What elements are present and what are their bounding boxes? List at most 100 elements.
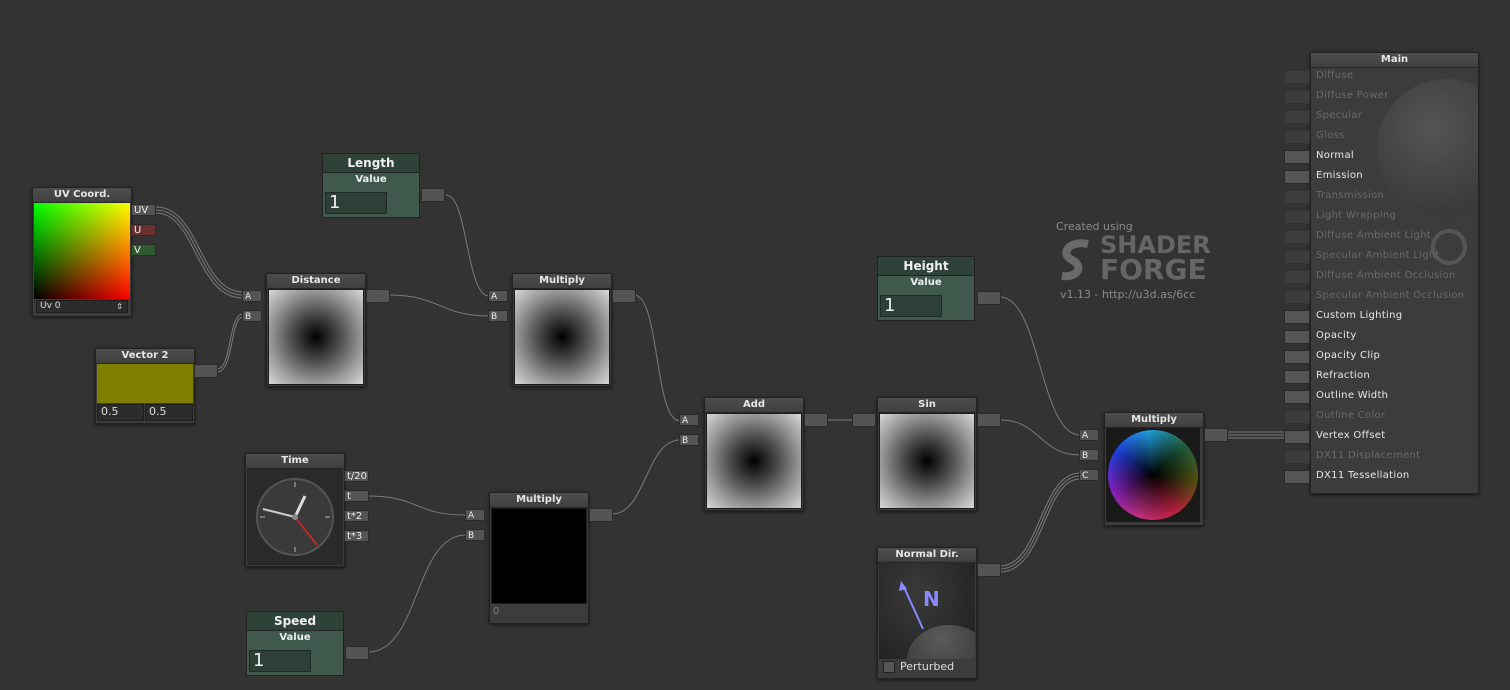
main-input-port[interactable] <box>1284 270 1310 284</box>
main-input-row[interactable]: DX11 Tessellation <box>1284 468 1476 484</box>
add-output-port[interactable] <box>804 413 828 427</box>
height-value-field[interactable]: 1 <box>880 295 942 317</box>
main-input-row[interactable]: Gloss <box>1284 128 1476 144</box>
distance-input-b[interactable]: B <box>242 310 262 322</box>
main-input-port[interactable] <box>1284 370 1310 384</box>
speed-node[interactable]: Value 1 <box>246 630 344 676</box>
multiply2-input-a[interactable]: A <box>465 509 485 521</box>
main-input-row[interactable]: Diffuse Ambient Occlusion <box>1284 268 1476 284</box>
main-input-port[interactable] <box>1284 130 1310 144</box>
main-input-row[interactable]: Outline Color <box>1284 408 1476 424</box>
time-output-t2[interactable]: t*2 <box>344 510 369 522</box>
speed-output-port[interactable] <box>345 646 369 660</box>
main-input-label: Normal <box>1316 150 1354 161</box>
main-input-port[interactable] <box>1284 190 1310 204</box>
time-output-t3[interactable]: t*3 <box>344 530 369 542</box>
main-input-port[interactable] <box>1284 90 1310 104</box>
height-sub: Value <box>910 277 942 288</box>
node-title: Distance <box>267 274 365 289</box>
main-input-row[interactable]: Outline Width <box>1284 388 1476 404</box>
multiply-node-1[interactable]: Multiply <box>512 273 612 387</box>
time-output-t20[interactable]: t/20 <box>344 470 369 482</box>
height-output-port[interactable] <box>977 291 1001 305</box>
v-output-port[interactable]: V <box>131 244 156 256</box>
main-input-row[interactable]: Transmission <box>1284 188 1476 204</box>
main-input-row[interactable]: DX11 Displacement <box>1284 448 1476 464</box>
length-output-port[interactable] <box>421 188 445 202</box>
multiply1-output-port[interactable] <box>612 289 636 303</box>
add-node[interactable]: Add <box>704 397 804 511</box>
main-input-port[interactable] <box>1284 290 1310 304</box>
multiply-node-2[interactable]: Multiply 0 <box>489 492 589 624</box>
main-input-port[interactable] <box>1284 70 1310 84</box>
multiply3-input-a[interactable]: A <box>1079 429 1099 441</box>
vector2-output-port[interactable] <box>194 364 218 378</box>
sin-node[interactable]: Sin <box>877 397 977 511</box>
main-input-port[interactable] <box>1284 430 1310 444</box>
main-input-row[interactable]: Diffuse Ambient Light <box>1284 228 1476 244</box>
length-value-field[interactable]: 1 <box>325 192 387 214</box>
main-input-row[interactable]: Specular Ambient Occlusion <box>1284 288 1476 304</box>
multiply-node-3[interactable]: Multiply <box>1104 412 1204 526</box>
add-preview <box>706 413 802 509</box>
main-input-row[interactable]: Custom Lighting <box>1284 308 1476 324</box>
time-output-t[interactable]: t <box>344 490 369 502</box>
vector2-node[interactable]: Vector 2 0.5 0.5 <box>95 348 195 424</box>
multiply1-input-b[interactable]: B <box>488 310 508 322</box>
add-input-b[interactable]: B <box>679 434 699 446</box>
main-input-port[interactable] <box>1284 410 1310 424</box>
main-input-port[interactable] <box>1284 350 1310 364</box>
main-input-row[interactable]: Emission <box>1284 168 1476 184</box>
uv-coord-node[interactable]: UV Coord. Uv 0 ⇕ <box>32 187 132 317</box>
vector2-x-field[interactable]: 0.5 <box>97 404 144 421</box>
multiply1-input-a[interactable]: A <box>488 290 508 302</box>
main-input-row[interactable]: Normal <box>1284 148 1476 164</box>
distance-output-port[interactable] <box>366 289 390 303</box>
multiply2-output-port[interactable] <box>589 508 613 522</box>
node-title: Time <box>246 454 344 469</box>
main-input-port[interactable] <box>1284 210 1310 224</box>
normal-dir-output-port[interactable] <box>977 563 1001 577</box>
main-input-port[interactable] <box>1284 330 1310 344</box>
uv-channel-select[interactable]: Uv 0 ⇕ <box>36 300 128 313</box>
time-node[interactable]: Time <box>245 453 345 567</box>
multiply3-output-port[interactable] <box>1204 428 1228 442</box>
main-input-port[interactable] <box>1284 310 1310 324</box>
node-title: Main <box>1311 53 1478 68</box>
main-input-row[interactable]: Opacity Clip <box>1284 348 1476 364</box>
main-input-port[interactable] <box>1284 250 1310 264</box>
u-output-port[interactable]: U <box>131 224 156 236</box>
main-input-port[interactable] <box>1284 110 1310 124</box>
speed-value-field[interactable]: 1 <box>249 650 311 672</box>
main-input-row[interactable]: Diffuse Power <box>1284 88 1476 104</box>
multiply2-input-b[interactable]: B <box>465 529 485 541</box>
main-input-row[interactable]: Refraction <box>1284 368 1476 384</box>
vector2-y-field[interactable]: 0.5 <box>145 404 193 421</box>
add-input-a[interactable]: A <box>679 414 699 426</box>
normal-dir-node[interactable]: Normal Dir. N Perturbed <box>877 547 977 679</box>
main-input-row[interactable]: Vertex Offset <box>1284 428 1476 444</box>
sin-input-port[interactable] <box>852 413 876 427</box>
main-input-row[interactable]: Diffuse <box>1284 68 1476 84</box>
multiply3-input-c[interactable]: C <box>1079 469 1099 481</box>
main-input-port[interactable] <box>1284 150 1310 164</box>
main-input-row[interactable]: Specular Ambient Light <box>1284 248 1476 264</box>
length-node[interactable]: Value 1 <box>322 172 420 218</box>
distance-input-a[interactable]: A <box>242 290 262 302</box>
main-input-port[interactable] <box>1284 470 1310 484</box>
sin-output-port[interactable] <box>977 413 1001 427</box>
multiply3-input-b[interactable]: B <box>1079 449 1099 461</box>
main-input-row[interactable]: Light Wrapping <box>1284 208 1476 224</box>
main-input-row[interactable]: Specular <box>1284 108 1476 124</box>
normal-glyph: N <box>923 587 940 611</box>
distance-node[interactable]: Distance <box>266 273 366 387</box>
main-input-row[interactable]: Opacity <box>1284 328 1476 344</box>
uv-output-port[interactable]: UV <box>131 204 156 216</box>
main-input-port[interactable] <box>1284 450 1310 464</box>
main-input-port[interactable] <box>1284 170 1310 184</box>
perturbed-checkbox[interactable] <box>883 661 895 673</box>
main-input-port[interactable] <box>1284 390 1310 404</box>
main-input-label: Outline Width <box>1316 390 1389 401</box>
main-input-port[interactable] <box>1284 230 1310 244</box>
height-node[interactable]: Value 1 <box>877 275 975 321</box>
